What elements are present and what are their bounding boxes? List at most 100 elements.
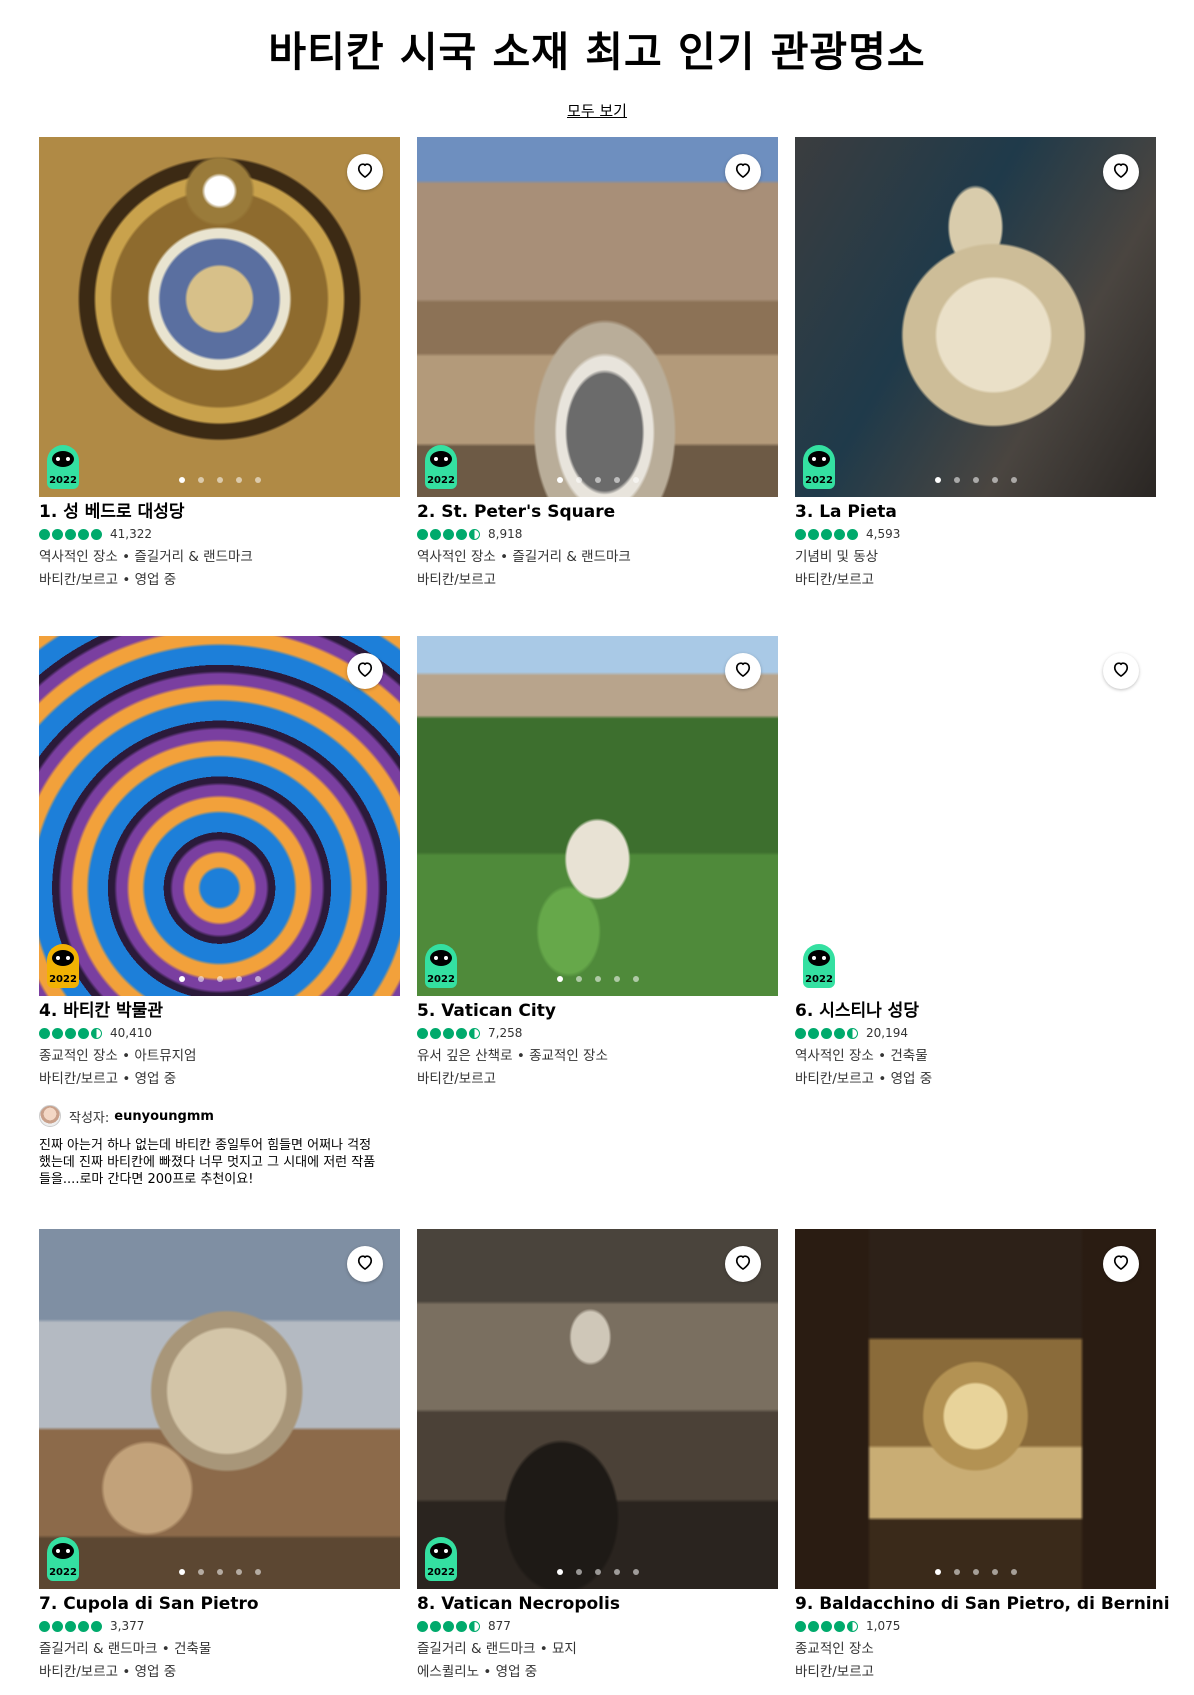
attraction-photo[interactable]: 2022 <box>417 636 778 996</box>
attraction-photo[interactable]: 2022 <box>39 137 400 497</box>
carousel-dot[interactable] <box>972 477 979 483</box>
save-heart-button[interactable] <box>347 653 383 689</box>
rating-bubble <box>808 1620 819 1632</box>
carousel-dot[interactable] <box>178 976 185 982</box>
save-heart-button[interactable] <box>1103 1246 1139 1282</box>
carousel-dot[interactable] <box>991 976 998 982</box>
attraction-card[interactable]: 2022 1. 성 베드로 대성당 41,322 역사적인 장소 • 즐길거리 & 랜… <box>39 137 400 588</box>
attraction-name[interactable]: 3. La Pieta <box>795 501 1156 523</box>
carousel-dot[interactable] <box>556 477 563 483</box>
carousel-dot[interactable] <box>178 477 185 483</box>
carousel-dot[interactable] <box>953 1569 960 1575</box>
attraction-category: 즐길거리 & 랜드마크 • 묘지 <box>417 1641 577 1657</box>
attraction-card[interactable]: 2022 3. La Pieta 4,593 기념비 및 동상 바티칸/보르고 <box>795 137 1156 588</box>
review-count[interactable]: 8,918 <box>488 527 522 541</box>
rating-bubble <box>821 1027 832 1039</box>
carousel-dot[interactable] <box>556 1569 563 1575</box>
carousel-dot[interactable] <box>953 976 960 982</box>
carousel-dot[interactable] <box>575 477 582 483</box>
attraction-photo[interactable]: 2022 <box>417 1229 778 1589</box>
photo-image <box>417 1229 778 1589</box>
attraction-photo[interactable]: 2022 <box>39 636 400 996</box>
carousel-dot[interactable] <box>594 477 601 483</box>
view-all-link[interactable]: 모두 보기 <box>567 102 627 120</box>
carousel-dot[interactable] <box>197 477 204 483</box>
carousel-dot[interactable] <box>254 477 261 483</box>
carousel-dot[interactable] <box>235 1569 242 1575</box>
attraction-photo[interactable]: 2022 <box>417 137 778 497</box>
carousel-dot[interactable] <box>216 477 223 483</box>
save-heart-button[interactable] <box>1103 154 1139 190</box>
save-heart-button[interactable] <box>347 1246 383 1282</box>
carousel-dot[interactable] <box>178 1569 185 1575</box>
attraction-card[interactable]: 2022 2. St. Peter's Square 8,918 역사적인 장소 • … <box>417 137 778 588</box>
carousel-dot[interactable] <box>972 1569 979 1575</box>
attraction-name[interactable]: 6. 시스티나 성당 <box>795 1000 1156 1022</box>
attraction-name[interactable]: 9. Baldacchino di San Pietro, di Bernini <box>795 1593 1170 1615</box>
attraction-category: 종교적인 장소 <box>795 1641 874 1657</box>
attraction-name[interactable]: 5. Vatican City <box>417 1000 778 1022</box>
attraction-card[interactable]: 2022 6. 시스티나 성당 20,194 역사적인 장소 • 건축물 바티칸/보르고… <box>795 636 1156 1087</box>
review-count[interactable]: 4,593 <box>866 527 900 541</box>
rating-bubble <box>834 528 845 540</box>
carousel-dot[interactable] <box>934 976 941 982</box>
carousel-dot[interactable] <box>934 477 941 483</box>
attraction-card[interactable]: 2022 5. Vatican City 7,258 유서 깊은 산책로 • 종교적인… <box>417 636 778 1087</box>
carousel-dot[interactable] <box>575 1569 582 1575</box>
attraction-name[interactable]: 2. St. Peter's Square <box>417 501 778 523</box>
carousel-dot[interactable] <box>991 1569 998 1575</box>
save-heart-button[interactable] <box>347 154 383 190</box>
review-count[interactable]: 7,258 <box>488 1026 522 1040</box>
attraction-card[interactable]: 9. Baldacchino di San Pietro, di Bernini… <box>795 1229 1170 1680</box>
carousel-dot[interactable] <box>934 1569 941 1575</box>
carousel-dot[interactable] <box>632 976 639 982</box>
carousel-dot[interactable] <box>1010 976 1017 982</box>
carousel-dot[interactable] <box>1010 1569 1017 1575</box>
carousel-dot[interactable] <box>972 976 979 982</box>
carousel-dot[interactable] <box>197 1569 204 1575</box>
carousel-dot[interactable] <box>594 1569 601 1575</box>
carousel-dot[interactable] <box>632 1569 639 1575</box>
attraction-photo[interactable]: 2022 <box>795 137 1156 497</box>
attraction-name[interactable]: 7. Cupola di San Pietro <box>39 1593 400 1615</box>
carousel-dot[interactable] <box>613 976 620 982</box>
carousel-dot[interactable] <box>556 976 563 982</box>
review-count[interactable]: 1,075 <box>866 1619 900 1633</box>
attraction-card[interactable]: 2022 4. 바티칸 박물관 40,410 종교적인 장소 • 아트뮤지엄 바티칸/보… <box>39 636 400 1188</box>
review-count[interactable]: 3,377 <box>110 1619 144 1633</box>
carousel-dot[interactable] <box>594 976 601 982</box>
attraction-photo[interactable]: 2022 <box>39 1229 400 1589</box>
review-count[interactable]: 40,410 <box>110 1026 152 1040</box>
save-heart-button[interactable] <box>1103 653 1139 689</box>
save-heart-button[interactable] <box>725 1246 761 1282</box>
carousel-dot[interactable] <box>632 477 639 483</box>
avatar[interactable] <box>39 1105 61 1127</box>
attraction-card[interactable]: 2022 8. Vatican Necropolis 877 즐길거리 & 랜드마크 … <box>417 1229 778 1680</box>
carousel-dot[interactable] <box>216 1569 223 1575</box>
attraction-card[interactable]: 2022 7. Cupola di San Pietro 3,377 즐길거리 & 랜… <box>39 1229 400 1680</box>
save-heart-button[interactable] <box>725 653 761 689</box>
carousel-dot[interactable] <box>235 477 242 483</box>
attraction-photo[interactable]: 2022 <box>795 636 1156 996</box>
review-count[interactable]: 877 <box>488 1619 511 1633</box>
author-name[interactable]: eunyoungmm <box>114 1109 214 1124</box>
carousel-dot[interactable] <box>613 1569 620 1575</box>
review-count[interactable]: 20,194 <box>866 1026 908 1040</box>
attraction-name[interactable]: 4. 바티칸 박물관 <box>39 1000 400 1022</box>
carousel-dot[interactable] <box>254 1569 261 1575</box>
carousel-dot[interactable] <box>254 976 261 982</box>
attraction-name[interactable]: 1. 성 베드로 대성당 <box>39 501 400 523</box>
attraction-location: 바티칸/보르고 <box>417 1071 497 1087</box>
carousel-dot[interactable] <box>197 976 204 982</box>
carousel-dot[interactable] <box>575 976 582 982</box>
carousel-dot[interactable] <box>953 477 960 483</box>
save-heart-button[interactable] <box>725 154 761 190</box>
carousel-dot[interactable] <box>1010 477 1017 483</box>
carousel-dot[interactable] <box>235 976 242 982</box>
attraction-photo[interactable] <box>795 1229 1156 1589</box>
carousel-dot[interactable] <box>216 976 223 982</box>
carousel-dot[interactable] <box>613 477 620 483</box>
attraction-name[interactable]: 8. Vatican Necropolis <box>417 1593 778 1615</box>
carousel-dot[interactable] <box>991 477 998 483</box>
review-count[interactable]: 41,322 <box>110 527 152 541</box>
